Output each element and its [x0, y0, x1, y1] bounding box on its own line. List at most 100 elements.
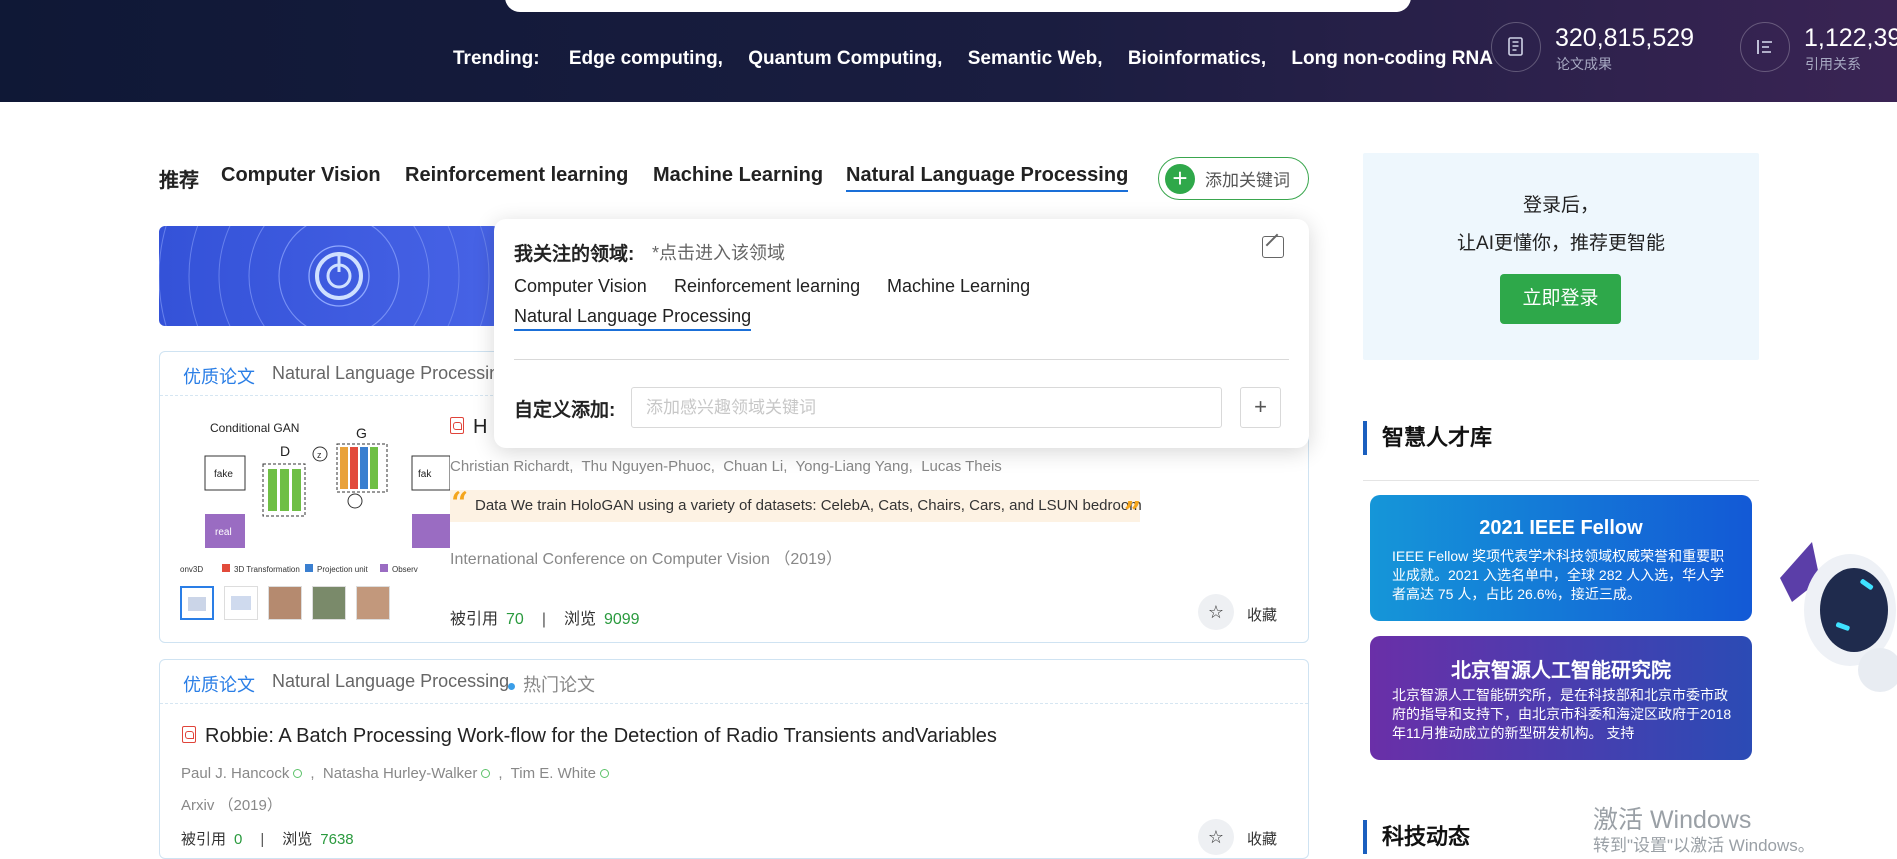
hot-paper-label: 热门论文	[523, 675, 595, 695]
trending-bar: Trending: Edge computing, Quantum Comput…	[453, 48, 1513, 70]
quality-badge[interactable]: 优质论文	[183, 671, 255, 697]
highlight-quote: “ Data We train HoloGAN using a variety …	[450, 486, 1142, 531]
favorite-button[interactable]: 收藏	[1247, 828, 1277, 849]
promo-baai[interactable]: 北京智源人工智能研究院 北京智源人工智能研究所，是在科技部和北京市委市政府的指导…	[1370, 636, 1752, 760]
list-icon	[1740, 22, 1790, 72]
login-prompt-line2: 让AI更懂你，推荐更智能	[1457, 233, 1665, 254]
figure-thumbnail[interactable]	[224, 586, 258, 620]
trending-item-lncrna[interactable]: Long non-coding RNA	[1291, 48, 1493, 69]
venue[interactable]: Arxiv （2019）	[181, 794, 282, 815]
talent-section-title: 智慧人才库	[1363, 421, 1492, 455]
hot-paper-tag: 热门论文	[508, 671, 595, 697]
cited-count: 0	[234, 831, 243, 848]
cited-label: 被引用	[450, 611, 499, 628]
svg-text:real: real	[215, 527, 232, 538]
author[interactable]: Natasha Hurley-Walker	[323, 765, 478, 782]
svg-text:onv3D: onv3D	[180, 565, 203, 574]
card-header: 优质论文 Natural Language Processing 热门论文	[160, 660, 1308, 704]
author[interactable]: Paul J. Hancock	[181, 765, 289, 782]
svg-text:Observ: Observ	[392, 565, 418, 574]
promo-title: 2021 IEEE Fellow	[1479, 517, 1643, 539]
trending-item-edge-computing[interactable]: Edge computing,	[569, 48, 723, 69]
trending-item-bioinformatics[interactable]: Bioinformatics,	[1128, 48, 1266, 69]
section-divider	[1363, 480, 1759, 481]
author[interactable]: Chuan Li	[723, 458, 783, 475]
views-label: 浏览	[563, 611, 596, 628]
add-keyword-label: 添加关键词	[1205, 171, 1290, 190]
search-icon[interactable]	[599, 769, 609, 778]
followed-field-reinforcement-learning[interactable]: Reinforcement learning	[674, 276, 860, 297]
search-bar[interactable]	[505, 0, 1411, 12]
followed-field-nlp[interactable]: Natural Language Processing	[514, 306, 752, 331]
author[interactable]: Tim E. White	[511, 765, 596, 782]
search-icon[interactable]	[293, 769, 303, 778]
paper-title-text[interactable]: H	[473, 416, 487, 438]
followed-field-computer-vision[interactable]: Computer Vision	[514, 276, 647, 297]
tab-computer-vision[interactable]: Computer Vision	[221, 164, 381, 187]
edit-icon[interactable]	[1262, 236, 1284, 258]
stat-papers-value: 320,815,529	[1555, 24, 1695, 52]
cited-count: 70	[506, 611, 524, 628]
quality-badge[interactable]: 优质论文	[183, 363, 255, 389]
followed-fields-popover: 我关注的领域: *点击进入该领域 Computer Vision Reinfor…	[494, 219, 1309, 448]
pdf-icon[interactable]	[182, 726, 196, 743]
card-field[interactable]: Natural Language Processing	[272, 363, 509, 384]
tab-recommend[interactable]: 推荐	[159, 164, 199, 193]
favorite-button[interactable]: 收藏	[1247, 604, 1277, 625]
robot-assistant-icon[interactable]	[1780, 540, 1897, 705]
svg-text:z: z	[317, 450, 322, 460]
windows-watermark-subtitle: 转到"设置"以激活 Windows。	[1593, 836, 1815, 855]
followed-field-machine-learning[interactable]: Machine Learning	[887, 276, 1030, 297]
paper-title[interactable]: Robbie: A Batch Processing Work-flow for…	[182, 725, 997, 748]
views-label: 浏览	[282, 831, 313, 848]
paper-metrics: 被引用 70 | 浏览 9099	[450, 611, 640, 628]
document-icon	[1491, 22, 1541, 72]
popover-divider	[514, 359, 1289, 360]
custom-keyword-input[interactable]	[631, 387, 1222, 428]
figure-thumbnail[interactable]	[180, 586, 214, 620]
banner-graphic	[159, 226, 490, 326]
author[interactable]: Lucas Theis	[921, 458, 1002, 475]
svg-text:fak: fak	[418, 469, 432, 480]
trending-label: Trending:	[453, 48, 540, 69]
login-button[interactable]: 立即登录	[1500, 274, 1621, 324]
figure-thumbnail[interactable]	[312, 586, 346, 620]
star-icon[interactable]: ☆	[1198, 594, 1234, 630]
author-list: Paul J. Hancock, Natasha Hurley-Walker, …	[181, 765, 617, 782]
author[interactable]: Yong-Liang Yang	[796, 458, 909, 475]
promo-title: 北京智源人工智能研究院	[1451, 660, 1671, 682]
figure-thumbnail[interactable]	[268, 586, 302, 620]
trending-item-quantum-computing[interactable]: Quantum Computing,	[748, 48, 942, 69]
stat-citations-label: 引用关系	[1805, 56, 1861, 72]
tab-machine-learning[interactable]: Machine Learning	[653, 164, 823, 187]
tab-reinforcement-learning[interactable]: Reinforcement learning	[405, 164, 628, 187]
paper-card: 优质论文 Natural Language Processing 热门论文 Ro…	[159, 659, 1309, 859]
author[interactable]: Christian Richardt	[450, 458, 569, 475]
tab-nlp[interactable]: Natural Language Processing	[846, 164, 1129, 192]
figure-diagram: Conditional GAN fake real D z G fak onv3…	[180, 421, 451, 574]
star-icon[interactable]: ☆	[1198, 819, 1234, 855]
views-count: 9099	[603, 611, 640, 628]
search-icon[interactable]	[481, 769, 491, 778]
banner[interactable]	[159, 226, 499, 326]
top-header: Trending: Edge computing, Quantum Comput…	[0, 0, 1897, 102]
promo-ieee-fellow[interactable]: 2021 IEEE Fellow IEEE Fellow 奖项代表学术科技领域权…	[1370, 495, 1752, 621]
promo-text: IEEE Fellow 奖项代表学术科技领域权威荣誉和重要职业成就。2021 入…	[1392, 548, 1725, 602]
open-quote-icon: “	[451, 486, 469, 521]
pdf-icon[interactable]	[450, 417, 464, 434]
figure-thumbnail[interactable]	[356, 586, 390, 620]
card-field[interactable]: Natural Language Processing	[272, 671, 509, 692]
plus-icon: +	[1165, 163, 1195, 194]
venue[interactable]: International Conference on Computer Vis…	[450, 545, 842, 569]
paper-metrics: 被引用 0 | 浏览 7638	[181, 831, 354, 848]
author[interactable]: Thu Nguyen-Phuoc	[581, 458, 710, 475]
figure-label: Conditional GAN	[210, 421, 299, 435]
paper-title[interactable]: H	[450, 416, 487, 439]
add-keyword-button[interactable]: + 添加关键词	[1158, 157, 1309, 200]
svg-text:D: D	[280, 443, 290, 459]
trending-item-semantic-web[interactable]: Semantic Web,	[968, 48, 1103, 69]
add-custom-keyword-button[interactable]: +	[1240, 387, 1281, 428]
quote-text: Data We train HoloGAN using a variety of…	[475, 497, 1142, 514]
login-panel: 登录后， 让AI更懂你，推荐更智能 立即登录	[1363, 153, 1759, 360]
paper-title-text[interactable]: Robbie: A Batch Processing Work-flow for…	[205, 725, 997, 747]
